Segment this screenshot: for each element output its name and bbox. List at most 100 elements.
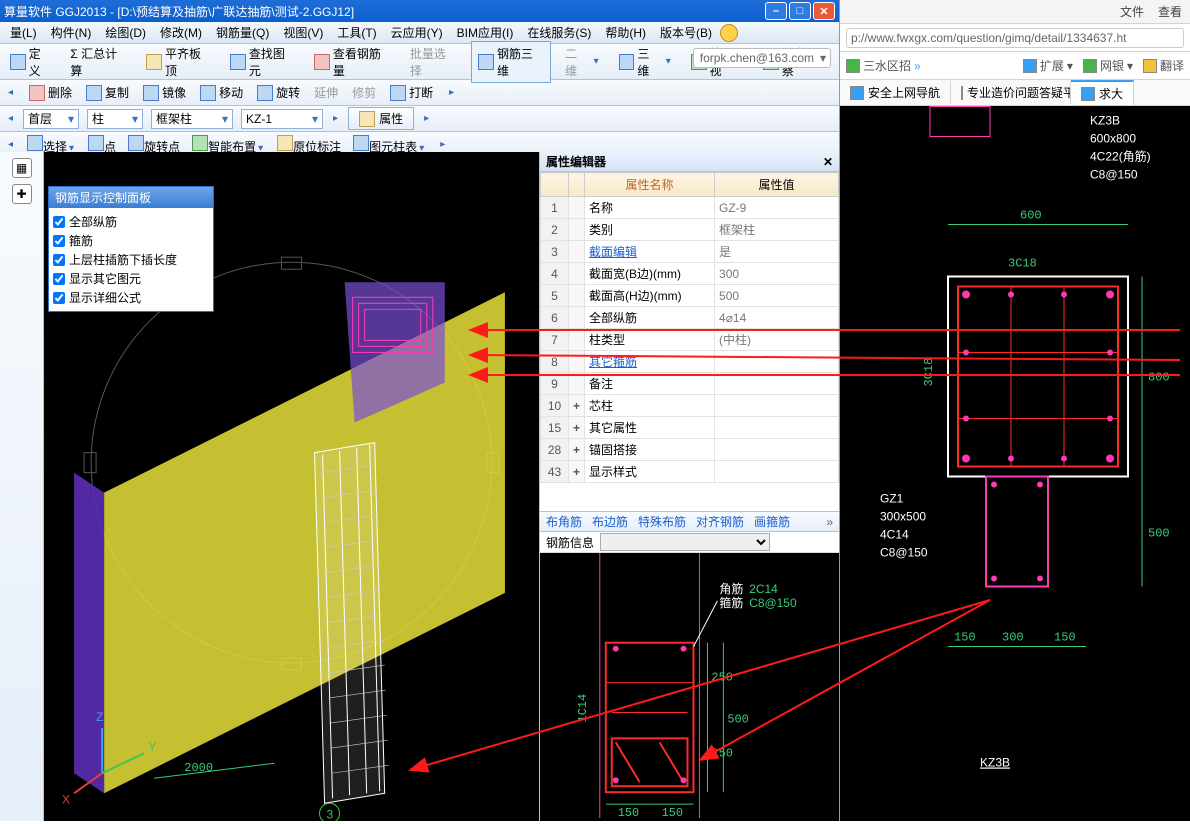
chk-upper-insert[interactable]: 上层柱插筋下插长度 [53, 250, 209, 269]
property-button[interactable]: 属性 [348, 107, 414, 130]
flat-button[interactable]: 平齐板顶 [142, 43, 216, 81]
tool-sq-1[interactable]: ▦ [12, 158, 32, 178]
row-value[interactable] [715, 373, 839, 395]
bank-button[interactable]: 网银 ▾ [1083, 57, 1133, 74]
type-select[interactable]: 框架柱 [151, 109, 233, 129]
tab-side[interactable]: 布边筋 [592, 513, 628, 530]
name-select[interactable]: KZ-1 [241, 109, 323, 129]
close-icon[interactable]: ✕ [823, 155, 833, 169]
floor-select[interactable]: 首层 [23, 109, 79, 129]
prop-row[interactable]: 4 截面宽(B边)(mm) 300 [541, 263, 839, 285]
menu-l[interactable]: 量(L) [4, 22, 43, 43]
prop-row[interactable]: 3 截面编辑 是 [541, 241, 839, 263]
tab-qa[interactable]: 专业造价问题答疑平台-广联 [951, 81, 1071, 104]
viewport-3d[interactable]: 钢筋显示控制面板 全部纵筋 箍筋 上层柱插筋下插长度 显示其它图元 显示详细公式 [44, 152, 539, 821]
menu-steel[interactable]: 钢筋量(Q) [210, 22, 275, 43]
chev-icon[interactable]: ▸ [422, 113, 431, 124]
break-button[interactable]: 打断 [390, 84, 433, 101]
chev-icon[interactable]: ▸ [438, 139, 447, 150]
user-menu[interactable]: forpk.chen@163.com [693, 48, 831, 68]
row-label: 其它箍筋 [585, 351, 715, 373]
prop-row[interactable]: 6 全部纵筋 4⌀14 [541, 307, 839, 329]
tool-sq-2[interactable]: ✚ [12, 184, 32, 204]
fav-sanshu[interactable]: 三水区招 [863, 57, 911, 74]
row-value[interactable] [715, 461, 839, 483]
row-value[interactable] [715, 439, 839, 461]
prop-row[interactable]: 9 备注 [541, 373, 839, 395]
prop-row[interactable]: 7 柱类型 (中柱) [541, 329, 839, 351]
chk-other-elem[interactable]: 显示其它图元 [53, 269, 209, 288]
menu-view[interactable]: 视图(V) [277, 22, 329, 43]
move-button[interactable]: 移动 [200, 84, 243, 101]
close-button[interactable]: ✕ [813, 2, 835, 20]
chk-detail-formula[interactable]: 显示详细公式 [53, 288, 209, 307]
prop-row[interactable]: 1 名称 GZ-9 [541, 197, 839, 219]
chk-stirrup[interactable]: 箍筋 [53, 231, 209, 250]
menu-modify[interactable]: 修改(M) [154, 22, 208, 43]
menu-help[interactable]: 帮助(H) [599, 22, 652, 43]
prop-row[interactable]: 5 截面高(H边)(mm) 500 [541, 285, 839, 307]
steel-info-select[interactable] [600, 533, 770, 551]
menu-version[interactable]: 版本号(B) [654, 22, 718, 43]
mirror-button[interactable]: 镜像 [143, 84, 186, 101]
prop-row[interactable]: 28 + 锚固搭接 [541, 439, 839, 461]
expand-icon[interactable]: + [569, 395, 585, 417]
sec2d-button[interactable]: 二维▾ [561, 43, 604, 81]
rotate-button[interactable]: 旋转 [257, 84, 300, 101]
tab-special[interactable]: 特殊布筋 [638, 513, 686, 530]
row-value[interactable]: (中柱) [715, 329, 839, 351]
prop-row[interactable]: 43 + 显示样式 [541, 461, 839, 483]
findgy-button[interactable]: 查找图元 [226, 43, 300, 81]
maximize-button[interactable]: □ [789, 2, 811, 20]
row-value[interactable] [715, 395, 839, 417]
prop-row[interactable]: 10 + 芯柱 [541, 395, 839, 417]
tab-label: 求大 [1099, 85, 1123, 102]
tab-safenav[interactable]: 安全上网导航 [840, 81, 951, 104]
viewsteel-button[interactable]: 查看钢筋量 [310, 43, 396, 81]
chev-icon[interactable]: ◂ [6, 113, 15, 124]
menu-view[interactable]: 查看 [1158, 3, 1182, 20]
category-select[interactable]: 柱 [87, 109, 143, 129]
menu-file[interactable]: 文件 [1120, 3, 1144, 20]
row-value[interactable]: 是 [715, 241, 839, 263]
chev-right-icon[interactable]: » [826, 515, 833, 529]
prop-row[interactable]: 15 + 其它属性 [541, 417, 839, 439]
expand-icon[interactable]: + [569, 439, 585, 461]
row-value[interactable]: 300 [715, 263, 839, 285]
prop-row[interactable]: 8 其它箍筋 [541, 351, 839, 373]
sec3d-button[interactable]: 三维▾ [615, 43, 677, 81]
steel3d-button[interactable]: 钢筋三维 [471, 41, 551, 83]
sum-button[interactable]: Σ 汇总计算 [66, 43, 132, 81]
row-value[interactable]: GZ-9 [715, 197, 839, 219]
url-input[interactable] [846, 28, 1184, 48]
row-value[interactable]: 4⌀14 [715, 307, 839, 329]
chev-icon[interactable]: ◂ [6, 139, 15, 150]
menu-cloud[interactable]: 云应用(Y) [385, 22, 449, 43]
cross-section-view[interactable]: 角筋 2C14 箍筋 C8@150 250 250 500 150 150 [540, 553, 839, 821]
chev-icon[interactable]: ▸ [331, 113, 340, 124]
tab-corner[interactable]: 布角筋 [546, 513, 582, 530]
menu-component[interactable]: 构件(N) [45, 22, 98, 43]
ext-button[interactable]: 扩展 ▾ [1023, 57, 1073, 74]
define-button[interactable]: 定义 [6, 43, 56, 81]
fanyi-button[interactable]: 翻译 [1143, 57, 1184, 74]
chev-right-icon[interactable]: ▸ [447, 87, 456, 98]
minimize-button[interactable]: – [765, 2, 787, 20]
tab-align[interactable]: 对齐钢筋 [696, 513, 744, 530]
row-value[interactable]: 框架柱 [715, 219, 839, 241]
row-value[interactable] [715, 417, 839, 439]
expand-icon[interactable]: + [569, 461, 585, 483]
browser-body[interactable]: KZ3B 600x800 4C22(角筋) C8@150 3C18 3C18 6… [840, 106, 1190, 821]
menu-draw[interactable]: 绘图(D) [99, 22, 152, 43]
copy-button[interactable]: 复制 [86, 84, 129, 101]
tab-stirrup[interactable]: 画箍筋 [754, 513, 790, 530]
chev-left-icon[interactable]: ◂ [6, 87, 15, 98]
row-value[interactable] [715, 351, 839, 373]
tab-active[interactable]: 求大 [1071, 80, 1134, 105]
expand-icon[interactable]: + [569, 417, 585, 439]
chk-all-longitudinal[interactable]: 全部纵筋 [53, 212, 209, 231]
prop-row[interactable]: 2 类别 框架柱 [541, 219, 839, 241]
row-value[interactable]: 500 [715, 285, 839, 307]
delete-button[interactable]: 删除 [29, 84, 72, 101]
menu-tool[interactable]: 工具(T) [331, 22, 382, 43]
